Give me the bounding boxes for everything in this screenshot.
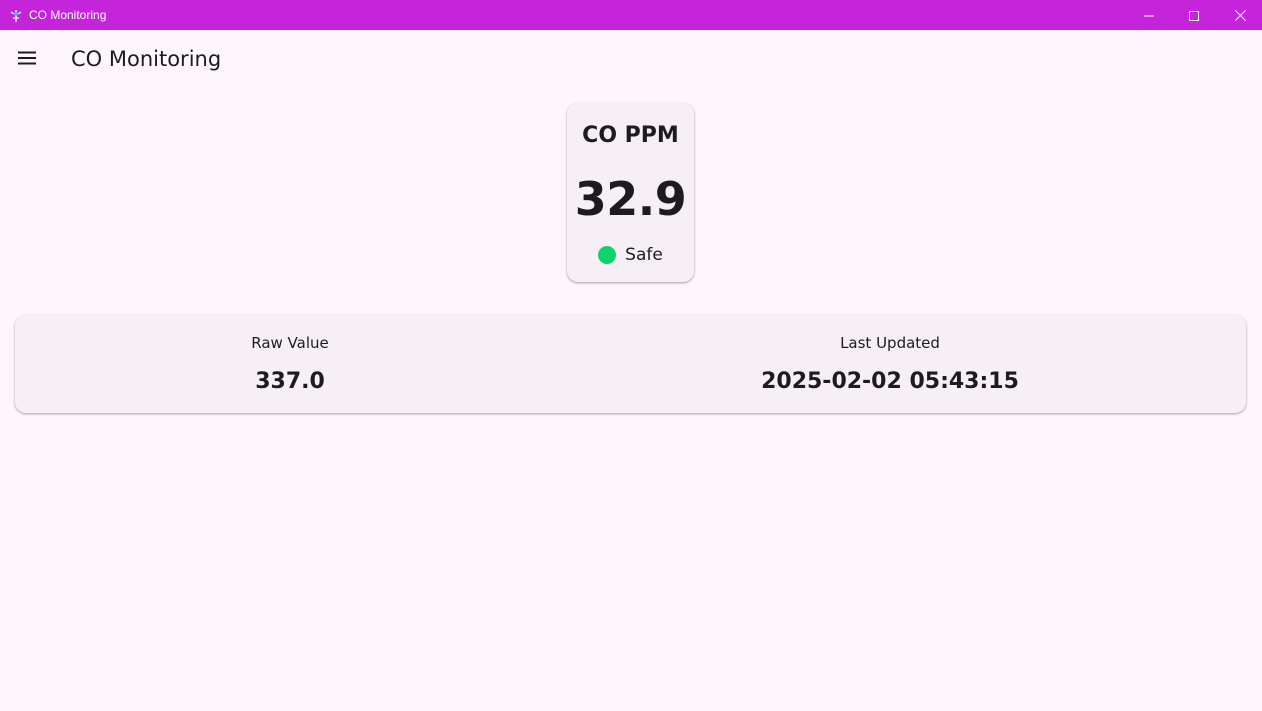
raw-value-section: Raw Value 337.0 <box>15 315 565 413</box>
maximize-icon <box>1189 6 1199 25</box>
last-updated-value: 2025-02-02 05:43:15 <box>761 369 1019 394</box>
menu-button[interactable] <box>12 44 42 74</box>
co-ppm-value: 32.9 <box>574 172 687 226</box>
page-title: CO Monitoring <box>71 47 222 71</box>
raw-value-label: Raw Value <box>251 334 329 352</box>
window-titlebar[interactable]: CO Monitoring <box>0 0 1262 30</box>
co-ppm-label: CO PPM <box>582 123 679 148</box>
status-text: Safe <box>625 245 663 265</box>
raw-value: 337.0 <box>255 369 325 394</box>
reading-details-card: Raw Value 337.0 Last Updated 2025-02-02 … <box>15 315 1246 413</box>
app-bar: CO Monitoring <box>0 30 1262 88</box>
co-ppm-card: CO PPM 32.9 Safe <box>567 103 694 282</box>
close-button[interactable] <box>1217 0 1262 30</box>
window-title: CO Monitoring <box>29 8 107 22</box>
maximize-button[interactable] <box>1171 0 1217 30</box>
app-icon <box>9 8 23 22</box>
minimize-icon <box>1144 6 1154 25</box>
minimize-button[interactable] <box>1126 0 1172 30</box>
hamburger-menu-icon <box>18 50 36 69</box>
status-dot-icon <box>598 246 617 264</box>
last-updated-section: Last Updated 2025-02-02 05:43:15 <box>565 315 1215 413</box>
status-indicator: Safe <box>567 244 694 266</box>
close-icon <box>1234 6 1246 25</box>
last-updated-label: Last Updated <box>840 334 940 352</box>
